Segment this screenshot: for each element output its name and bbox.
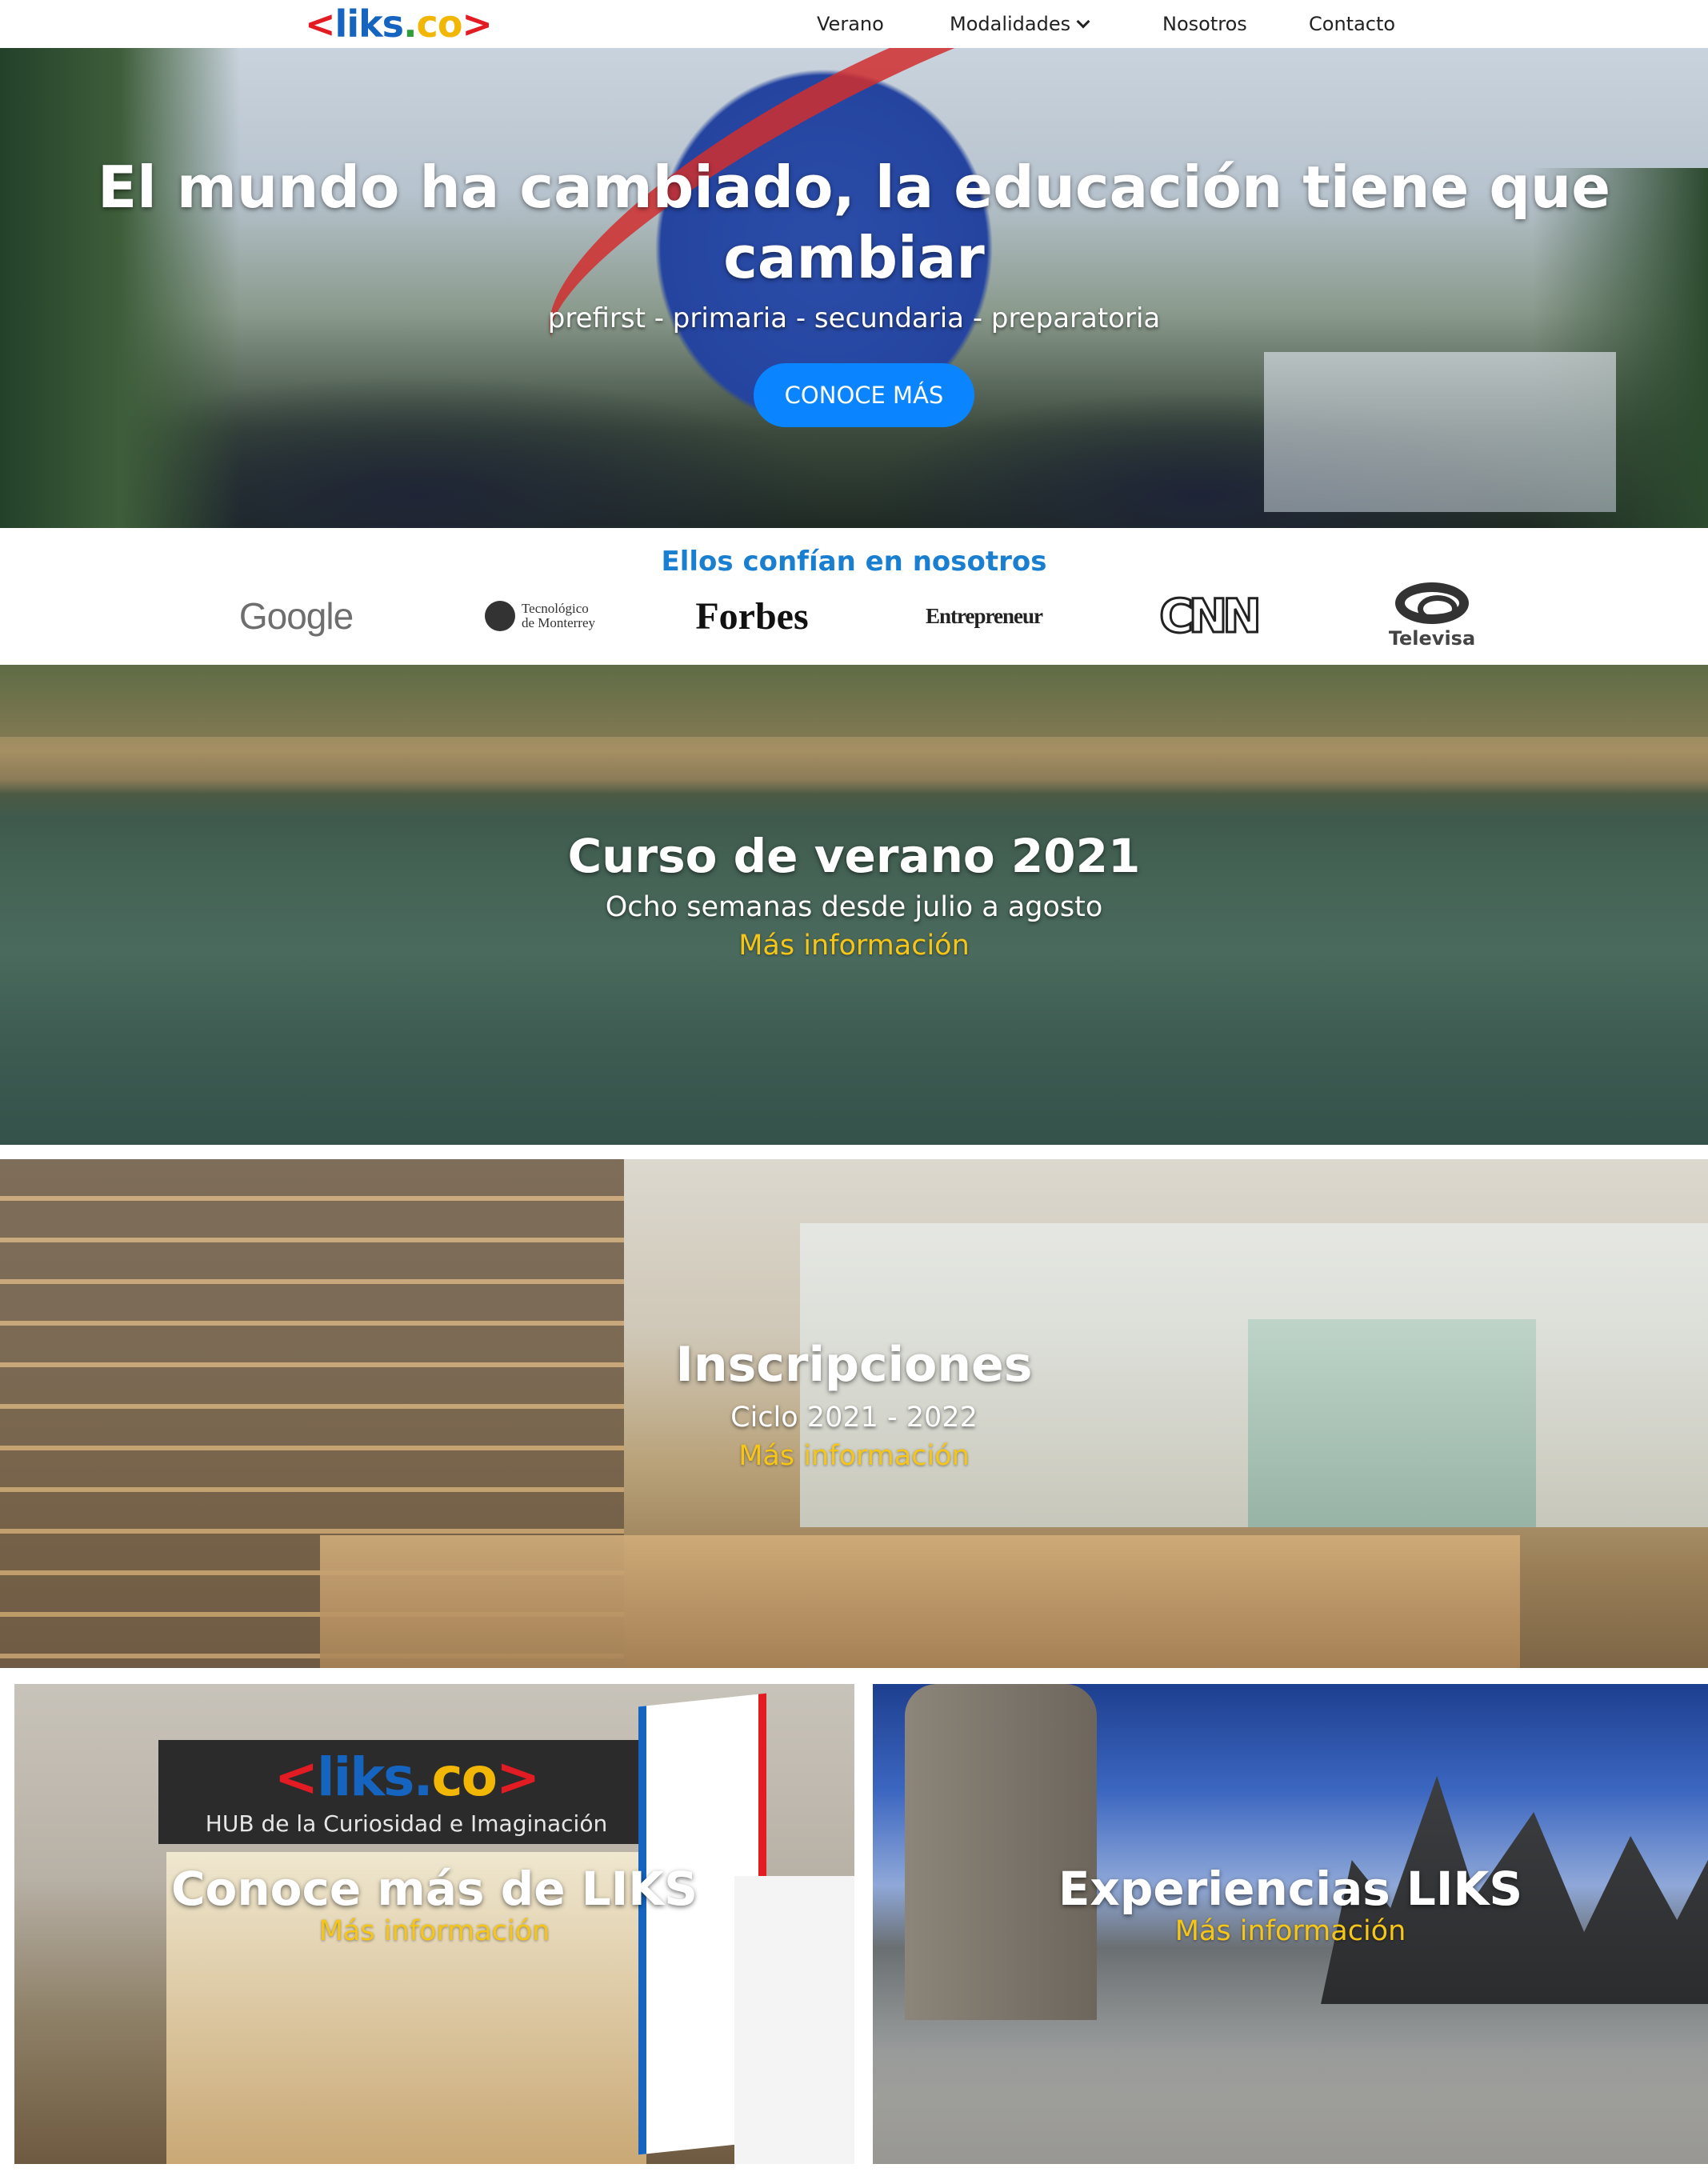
chevron-down-icon xyxy=(1076,14,1090,29)
panel-inscripciones-mas-informacion-link[interactable]: Más información xyxy=(0,1440,1708,1472)
tec-logo-text: Tecnológico de Monterrey xyxy=(522,602,595,630)
experiences-crowd-background xyxy=(873,2052,1708,2164)
panel-inscripciones[interactable]: Inscripciones Ciclo 2021 - 2022 Más info… xyxy=(0,1159,1708,1668)
logo-bracket-left: < xyxy=(305,2,336,46)
store-sign-hub-text: HUB de la Curiosidad e Imaginación xyxy=(205,1810,608,1837)
site-header: <liks.co> Verano Modalidades Nosotros Co… xyxy=(0,0,1708,48)
logo-name: liks xyxy=(334,2,405,46)
entrepreneur-logo-text: Entrepreneur xyxy=(926,603,1043,628)
nav-modalidades[interactable]: Modalidades xyxy=(950,0,1090,48)
liks-logo[interactable]: <liks.co> xyxy=(305,2,493,46)
panel-experiencias-title: Experiencias LIKS xyxy=(1058,1862,1523,1916)
panel-experiencias-liks[interactable]: Experiencias LIKS Más información xyxy=(873,1684,1708,2164)
panel-verano-subtitle: Ocho semanas desde julio a agosto xyxy=(605,891,1103,923)
forbes-logo-text: Forbes xyxy=(695,594,809,638)
logo-tld: co xyxy=(416,2,463,46)
store-sign-name: liks xyxy=(317,1746,414,1808)
trust-section: Ellos confían en nosotros Google Tecnoló… xyxy=(0,528,1708,664)
logo-dot: . xyxy=(403,2,418,46)
hero-section: El mundo ha cambiado, la educación tiene… xyxy=(0,48,1708,528)
google-logo-text: Google xyxy=(238,595,354,637)
panel-experiencias-mas-informacion-link[interactable]: Más información xyxy=(873,1915,1708,1947)
hero-subtitle: prefirst - primaria - secundaria - prepa… xyxy=(547,302,1161,334)
forbes-logo: Forbes xyxy=(672,576,832,656)
hero-background-roof xyxy=(1264,352,1616,512)
tec-monterrey-logo: Tecnológico de Monterrey xyxy=(456,576,624,656)
nav-nosotros[interactable]: Nosotros xyxy=(1162,0,1247,48)
store-sign: <liks.co> HUB de la Curiosidad e Imagina… xyxy=(158,1740,654,1844)
store-sign-dot: . xyxy=(413,1746,433,1808)
panel-conoce-mas-liks[interactable]: <liks.co> HUB de la Curiosidad e Imagina… xyxy=(14,1684,854,2164)
store-sign-bracket-left: < xyxy=(274,1746,318,1808)
panel-conoce-title: Conoce más de LIKS xyxy=(170,1862,698,1916)
tec-logo-line2: de Monterrey xyxy=(521,615,596,630)
panel-inscripciones-subtitle: Ciclo 2021 - 2022 xyxy=(730,1402,978,1434)
hero-title: El mundo ha cambiado, la educación tiene… xyxy=(97,154,1611,291)
nav-nosotros-label: Nosotros xyxy=(1162,13,1247,35)
workshop-tables-background xyxy=(320,1535,1520,1668)
tec-seal-icon xyxy=(484,601,515,631)
google-logo: Google xyxy=(224,576,368,656)
nav-verano[interactable]: Verano xyxy=(817,0,884,48)
conoce-mas-button[interactable]: CONOCE MÁS xyxy=(754,363,974,427)
cnn-logo-text: CNN xyxy=(1158,588,1263,645)
lake-hills-background xyxy=(0,665,1708,737)
panel-conoce-mas-informacion-link[interactable]: Más información xyxy=(14,1915,854,1947)
televisa-logo: Televisa xyxy=(1376,576,1488,656)
nav-contacto-label: Contacto xyxy=(1309,13,1396,35)
entrepreneur-logo: Entrepreneur xyxy=(904,576,1064,656)
panel-inscripciones-title: Inscripciones xyxy=(675,1337,1033,1393)
experiences-tower-background xyxy=(905,1684,1097,2020)
store-sign-bracket-right: > xyxy=(495,1746,540,1808)
televisa-eye-icon xyxy=(1395,582,1469,624)
nav-contacto[interactable]: Contacto xyxy=(1309,0,1395,48)
panel-verano-mas-informacion-link[interactable]: Más información xyxy=(0,930,1708,962)
tec-logo-line1: Tecnológico xyxy=(521,601,589,616)
nav-verano-label: Verano xyxy=(817,13,884,35)
trust-title: Ellos confían en nosotros xyxy=(661,546,1047,578)
logo-bracket-right: > xyxy=(462,2,493,46)
store-sign-tld: co xyxy=(431,1746,498,1808)
cnn-logo: CNN xyxy=(1152,576,1264,656)
panel-curso-verano[interactable]: Curso de verano 2021 Ocho semanas desde … xyxy=(0,665,1708,1145)
panel-verano-title: Curso de verano 2021 xyxy=(567,829,1141,883)
store-sign-logo: <liks.co> xyxy=(158,1746,654,1808)
nav-modalidades-label: Modalidades xyxy=(950,13,1071,35)
televisa-logo-text: Televisa xyxy=(1388,627,1476,650)
